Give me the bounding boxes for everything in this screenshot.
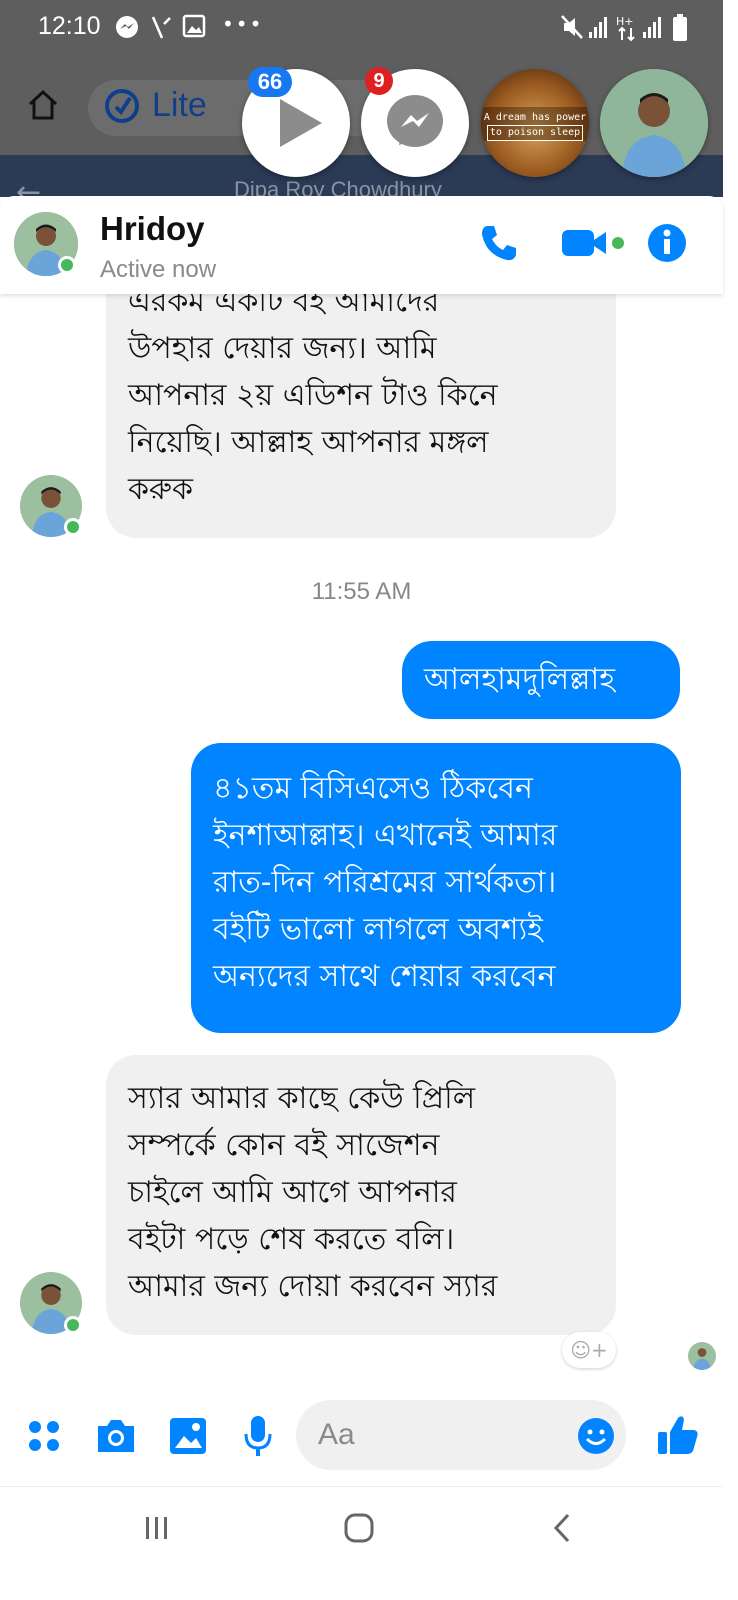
seen-receipt-avatar [688,1342,716,1370]
lite-label: Lite [152,86,207,124]
data-icon: H+ [616,15,635,42]
chat-head-dream-quote[interactable]: A dream has power to poison sleep [481,69,589,177]
thumbs-up-icon[interactable] [656,1412,700,1458]
quote-caption-line: to poison sleep [486,125,584,141]
avatar-photo [688,1342,716,1370]
quote-caption: A dream has power to poison sleep [483,111,587,141]
svg-text:H+: H+ [616,15,634,28]
mute-icon [561,15,583,39]
message-line: বইটি ভালো লাগলে অবশ্যই [213,912,543,947]
message-line: অন্যদের সাথে শেয়ার করবেন [213,959,556,994]
chat-head-profile[interactable] [600,69,708,177]
contact-name[interactable]: Hridoy [100,210,205,248]
more-dots-icon: ••• [222,12,264,36]
system-navigation-bar [0,1486,723,1600]
profile-photo [600,69,708,177]
conversation-header: Hridoy Active now [0,196,723,294]
info-icon[interactable] [646,222,688,264]
message-composer: Aa [0,1384,723,1486]
video-call-icon[interactable] [560,226,628,260]
message-line: চাইলে আমি আগে আপনার [128,1175,457,1210]
notification-badge: 66 [248,67,292,97]
message-line: ইনশাআল্লাহ। এখানেই আমার [213,818,558,853]
message-line: উপহার দেয়ার জন্য। আমি [128,331,437,366]
online-indicator [64,518,82,536]
recent-apps-icon[interactable] [142,1513,172,1543]
status-bar: 12:10 ••• H+ [0,0,723,58]
message-line: বইটা পড়ে শেষ করতে বলি। [128,1222,455,1257]
message-line: স্যার আমার কাছে কেউ প্রিলি [128,1081,476,1116]
phone-call-icon[interactable] [478,222,520,264]
message-line: আমার জন্য দোয়া করবেন স্যার [128,1269,498,1304]
background-page-title: Dipa Roy Chowdhury [234,177,442,197]
message-line: করুক [128,472,193,507]
gallery-icon [182,14,206,38]
back-icon[interactable] [548,1511,578,1545]
more-actions-icon[interactable] [26,1418,62,1454]
incoming-message[interactable]: এরকম একটি বই আমাদের উপহার দেয়ার জন্য। আ… [106,294,616,538]
home-button-icon[interactable] [342,1511,376,1545]
chat-head-messenger[interactable]: 9 [361,67,469,177]
outgoing-message[interactable]: ৪১তম বিসিএসেও ঠিকবেন ইনশাআল্লাহ। এখানেই … [191,743,681,1033]
notification-badge: 9 [365,67,393,95]
outgoing-message[interactable]: আলহামদুলিল্লাহ [402,641,680,719]
message-line: নিয়েছি। আল্লাহ আপনার মঙ্গল [128,425,489,460]
camera-icon[interactable] [94,1416,138,1456]
signal-icon [643,17,661,38]
lite-icon [105,89,139,123]
chat-head-video[interactable]: 66 [242,67,350,177]
missed-call-icon [151,16,171,39]
back-arrow-icon: ← [16,175,42,197]
incoming-message[interactable]: স্যার আমার কাছে কেউ প্রিলি সম্পর্কে কোন … [106,1055,616,1335]
emoji-icon[interactable] [576,1416,616,1456]
message-timestamp: 11:55 AM [311,578,412,605]
online-indicator [64,1316,82,1334]
message-line: সম্পর্কে কোন বই সাজেশন [128,1128,440,1163]
message-line: আপনার ২য় এডিশন টাও কিনে [128,378,498,413]
gallery-icon[interactable] [168,1416,208,1456]
status-time: 12:10 [38,12,101,40]
messenger-icon [116,16,138,38]
home-icon[interactable] [26,88,60,122]
message-line: ৪১তম বিসিএসেও ঠিকবেন [213,771,533,806]
contact-status: Active now [100,256,217,283]
message-line: রাত-দিন পরিশ্রমের সার্থকতা। [213,865,557,900]
message-input-placeholder: Aa [318,1418,355,1451]
message-text: আলহামদুলিল্লাহ [424,662,615,697]
message-line: এরকম একটি বই আমাদের [128,294,440,319]
microphone-icon[interactable] [242,1414,274,1458]
message-list[interactable]: এরকম একটি বই আমাদের উপহার দেয়ার জন্য। আ… [0,294,723,1384]
online-indicator [58,256,76,274]
battery-icon [673,14,687,41]
quote-caption-line: A dream has power [483,112,587,123]
add-reaction-button[interactable]: ☺+ [562,1332,616,1368]
signal-icon [589,17,607,38]
